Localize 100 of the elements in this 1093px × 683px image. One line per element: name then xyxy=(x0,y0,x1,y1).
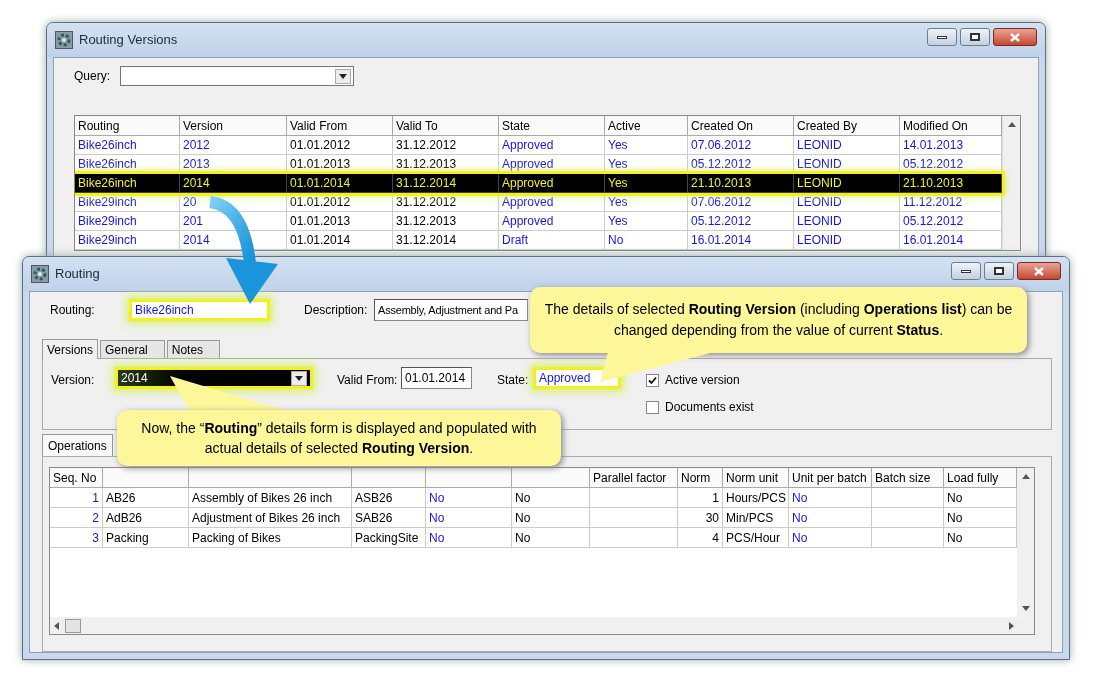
column-header[interactable]: Version xyxy=(180,116,287,136)
table-row[interactable]: Bike29inch 2014 01.01.2014 31.12.2014 Draft No 16.01.2014 LEONID 16.01.2014 xyxy=(75,231,1002,250)
column-header[interactable]: Load fully xyxy=(944,468,1017,488)
checkbox[interactable] xyxy=(646,400,659,414)
routing-field[interactable]: Bike26inch xyxy=(129,299,270,321)
description-label: Description: xyxy=(304,302,369,319)
dropdown-caret-icon xyxy=(295,375,303,381)
version-label: Version: xyxy=(51,372,96,389)
table-cell: 30 xyxy=(678,508,723,528)
close-icon xyxy=(1034,266,1044,276)
description-field[interactable]: Assembly, Adjustment and Pa xyxy=(374,299,528,321)
maximize-button[interactable] xyxy=(960,28,990,46)
table-cell: 31.12.2014 xyxy=(393,231,499,250)
table-cell: No xyxy=(789,528,872,548)
table-cell: Hours/PCS xyxy=(723,488,789,508)
table-cell: 1 xyxy=(50,488,103,508)
table-cell xyxy=(872,488,944,508)
column-header[interactable]: Valid To xyxy=(393,116,499,136)
tab[interactable]: Notes xyxy=(166,340,221,358)
scroll-up-icon xyxy=(1007,122,1016,127)
table-cell: Adjustment of Bikes 26 inch xyxy=(189,508,352,528)
window-title: Routing xyxy=(55,265,100,284)
scroll-thumb[interactable] xyxy=(65,618,81,633)
table-cell: 01.01.2014 xyxy=(287,231,393,250)
table-cell: Min/PCS xyxy=(723,508,789,528)
callout-text: Now, the “Routing” details form is displayed and populated with actual details of selected Routing Version. xyxy=(140,419,538,458)
close-button[interactable] xyxy=(1017,262,1061,280)
column-header[interactable]: Modified On xyxy=(900,116,1002,136)
checkbox[interactable] xyxy=(646,373,659,387)
close-button[interactable] xyxy=(993,28,1037,46)
checkbox-label: Documents exist xyxy=(665,399,754,416)
vertical-scrollbar[interactable] xyxy=(1017,468,1034,617)
table-row[interactable]: Bike26inch 2012 01.01.2012 31.12.2012 Approved Yes 07.06.2012 LEONID 14.01.2013 xyxy=(75,136,1002,155)
column-header[interactable] xyxy=(103,468,189,488)
routing-label: Routing: xyxy=(49,302,96,319)
vertical-scrollbar[interactable] xyxy=(1002,116,1020,250)
table-row[interactable]: Bike26inch 2014 01.01.2014 31.12.2014 Approved Yes 21.10.2013 LEONID 21.10.2013 xyxy=(75,174,1002,193)
table-cell: Draft xyxy=(499,231,605,250)
table-cell xyxy=(872,508,944,528)
maximize-button[interactable] xyxy=(984,262,1014,280)
table-cell: No xyxy=(512,528,590,548)
minimize-button[interactable] xyxy=(927,28,957,46)
column-header[interactable]: Norm xyxy=(678,468,723,488)
callout-text: The details of selected Routing Version (including Operations list) can be changed depending from the value of current Status. xyxy=(543,300,1014,340)
tab[interactable]: Operations xyxy=(42,434,113,456)
tab[interactable]: Versions xyxy=(42,339,99,359)
column-header[interactable]: Parallel factor xyxy=(590,468,678,488)
dropdown-caret-icon xyxy=(339,73,347,79)
table-cell: Packing xyxy=(103,528,189,548)
table-cell: No xyxy=(426,508,512,528)
column-header[interactable]: Unit per batch xyxy=(789,468,872,488)
column-header[interactable]: Valid From xyxy=(287,116,393,136)
tab[interactable]: General xyxy=(100,340,165,358)
table-cell: No xyxy=(426,488,512,508)
table-cell: 2014 xyxy=(180,174,287,193)
column-header[interactable]: Created On xyxy=(688,116,794,136)
column-header[interactable]: Active xyxy=(605,116,688,136)
table-cell xyxy=(872,528,944,548)
scroll-left-icon xyxy=(54,621,59,630)
column-header[interactable] xyxy=(352,468,426,488)
window-title: Routing Versions xyxy=(79,31,178,50)
checkbox-label: Active version xyxy=(665,372,740,389)
column-header[interactable]: Created By xyxy=(794,116,900,136)
table-cell: AdB26 xyxy=(103,508,189,528)
table-cell: 1 xyxy=(678,488,723,508)
scroll-down-icon xyxy=(1021,606,1030,611)
table-cell: LEONID xyxy=(794,231,900,250)
version-dropdown[interactable]: 2014 xyxy=(115,367,313,389)
valid-from-label: Valid From: xyxy=(337,372,399,389)
horizontal-scrollbar[interactable] xyxy=(50,617,1034,634)
table-cell: PackingSite xyxy=(352,528,426,548)
column-header[interactable]: Seq. No xyxy=(50,468,103,488)
query-dropdown[interactable] xyxy=(120,66,354,86)
table-cell: 16.01.2014 xyxy=(688,231,794,250)
table-cell: LEONID xyxy=(794,174,900,193)
table-cell: Assembly of Bikes 26 inch xyxy=(189,488,352,508)
minimize-button[interactable] xyxy=(951,262,981,280)
table-cell: 01.01.2014 xyxy=(287,174,393,193)
table-cell: 3 xyxy=(50,528,103,548)
table-cell: 31.12.2014 xyxy=(393,174,499,193)
table-cell: No xyxy=(426,528,512,548)
scroll-right-icon xyxy=(1009,621,1014,630)
table-cell: No xyxy=(512,508,590,528)
table-cell: Bike26inch xyxy=(75,174,180,193)
table-cell: AB26 xyxy=(103,488,189,508)
table-cell: 4 xyxy=(678,528,723,548)
table-cell: No xyxy=(512,488,590,508)
column-header[interactable]: Batch size xyxy=(872,468,944,488)
table-cell: Packing of Bikes xyxy=(189,528,352,548)
table-cell: Yes xyxy=(605,174,688,193)
column-header[interactable]: Routing xyxy=(75,116,180,136)
valid-from-field[interactable]: 01.01.2014 xyxy=(401,367,472,389)
table-row[interactable]: Bike29inch 201 01.01.2013 31.12.2013 Approved Yes 05.12.2012 LEONID 05.12.2012 xyxy=(75,212,1002,231)
column-header[interactable] xyxy=(189,468,352,488)
table-cell: ASB26 xyxy=(352,488,426,508)
app-icon xyxy=(55,31,73,49)
column-header[interactable] xyxy=(512,468,590,488)
column-header[interactable]: Norm unit xyxy=(723,468,789,488)
column-header[interactable] xyxy=(426,468,512,488)
column-header[interactable]: State xyxy=(499,116,605,136)
